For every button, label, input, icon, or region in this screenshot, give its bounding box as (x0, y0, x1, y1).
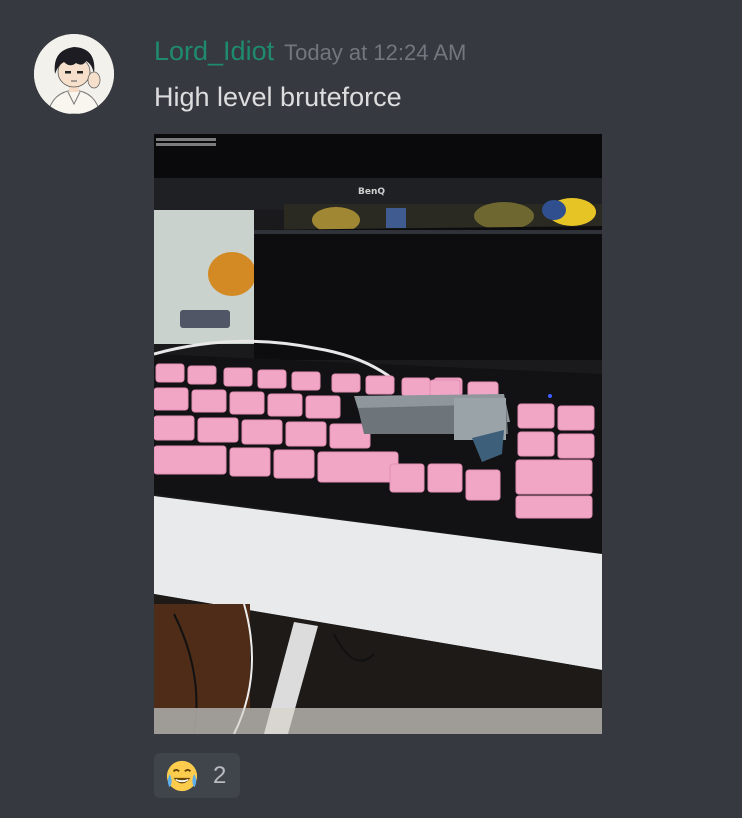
attachment-photo: BenQ (154, 134, 602, 734)
image-attachment[interactable]: BenQ (154, 134, 602, 734)
message-header: Lord_Idiot Today at 12:24 AM (154, 36, 466, 72)
message-content: High level bruteforce (154, 82, 402, 112)
user-avatar[interactable] (34, 34, 114, 114)
timestamp: Today at 12:24 AM (284, 40, 467, 65)
anime-avatar-icon (34, 34, 114, 114)
monitor-brand-text: BenQ (358, 187, 385, 197)
reaction-joy[interactable]: 2 (154, 753, 240, 798)
username[interactable]: Lord_Idiot (154, 36, 274, 67)
reactions-bar: 2 (154, 753, 240, 798)
joy-emoji-icon (166, 760, 198, 791)
reaction-count: 2 (213, 761, 227, 789)
chat-message: Lord_Idiot Today at 12:24 AM High level … (0, 0, 742, 818)
